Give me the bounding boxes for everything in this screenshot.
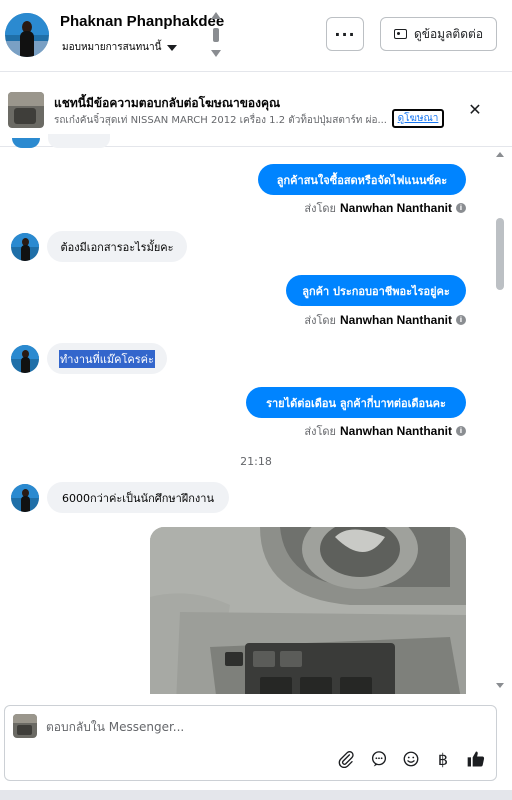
sender-name: Nanwhan Nanthanit [339,424,452,438]
message-bubble-partial [48,134,110,148]
incoming-message[interactable]: ทำงานที่แม๊คโครค่ะ [47,343,167,374]
emoji-icon[interactable] [400,748,422,770]
ad-thumbnail-small [13,714,37,738]
sent-by-prefix: ส่งโดย [304,314,336,327]
view-contact-info-button[interactable]: ดูข้อมูลติดต่อ [380,17,497,51]
chevron-down-icon [167,44,178,51]
baht-payment-icon[interactable]: ฿ [432,748,454,770]
sent-by-line: ส่งโดย Nanwhan Nanthanit i [260,311,466,329]
sent-by-line: ส่งโดย Nanwhan Nanthanit i [260,422,466,440]
contact-avatar-small[interactable] [11,233,39,261]
up-down-arrows-icon[interactable] [209,12,223,58]
view-contact-info-label: ดูข้อมูลติดต่อ [413,26,484,41]
bottom-edge [0,790,512,800]
saved-reply-icon[interactable] [368,748,390,770]
close-icon[interactable]: ✕ [465,100,485,120]
sender-name: Nanwhan Nanthanit [339,201,452,215]
chat-scrollbar[interactable] [494,148,506,694]
sent-by-line: ส่งโดย Nanwhan Nanthanit i [260,199,466,217]
contact-avatar-small[interactable] [11,484,39,512]
sender-name: Nanwhan Nanthanit [339,313,452,327]
sent-by-prefix: ส่งโดย [304,202,336,215]
message-thread[interactable] [0,148,512,694]
ad-thumbnail[interactable] [8,92,44,128]
attach-icon[interactable] [335,748,357,770]
outgoing-message[interactable]: ลูกค้าสนใจซื้อสดหรือจัดไฟแนนซ์คะ [258,164,466,195]
message-text: ลูกค้า ประกอบอาชีพอะไรอยู่คะ [302,284,450,298]
outgoing-message[interactable]: รายได้ต่อเดือน ลูกค้ากี่บาทต่อเดือนคะ [246,387,466,418]
conversation-header: Phaknan Phanphakdee มอบหมายการสนทนานี้ ·… [0,0,512,72]
incoming-message[interactable]: ต้องมีเอกสารอะไรมั้ยคะ [47,231,187,262]
message-text: 6000กว่าค่ะเป็นนักศึกษาฝึกงาน [62,491,214,505]
message-text: รายได้ต่อเดือน ลูกค้ากี่บาทต่อเดือนคะ [266,396,446,410]
more-options-button[interactable]: ··· [326,17,364,51]
message-text: ลูกค้าสนใจซื้อสดหรือจัดไฟแนนซ์คะ [276,173,448,187]
info-icon[interactable]: i [456,426,466,436]
assign-label: มอบหมายการสนทนานี้ [62,42,162,53]
like-icon[interactable] [465,748,487,770]
contact-card-icon [393,29,407,39]
sent-by-prefix: ส่งโดย [304,425,336,438]
contact-avatar-small[interactable] [11,345,39,373]
info-icon[interactable]: i [456,203,466,213]
message-timestamp: 21:18 [240,455,272,468]
message-text: ต้องมีเอกสารอะไรมั้ยคะ [60,240,174,254]
message-text-selected: ทำงานที่แม๊คโครค่ะ [59,349,155,368]
assign-conversation-dropdown[interactable]: มอบหมายการสนทนานี้ [62,40,178,55]
outgoing-message[interactable]: ลูกค้า ประกอบอาชีพอะไรอยู่คะ [286,275,466,306]
view-ad-link[interactable]: ดูโฆษณา [392,109,444,128]
ad-banner-title: แชทนี้มีข้อความตอบกลับต่อโฆษณาของคุณ [54,96,281,110]
ad-banner-subtitle: รถเก๋งคันจิ๋วสุดเท่ NISSAN MARCH 2012 เค… [54,115,387,126]
reply-input[interactable] [46,716,446,738]
contact-name[interactable]: Phaknan Phanphakdee [60,13,224,30]
contact-avatar[interactable] [5,13,49,57]
info-icon[interactable]: i [456,315,466,325]
incoming-message[interactable]: 6000กว่าค่ะเป็นนักศึกษาฝึกงาน [47,482,229,513]
more-icon: ··· [334,24,356,44]
